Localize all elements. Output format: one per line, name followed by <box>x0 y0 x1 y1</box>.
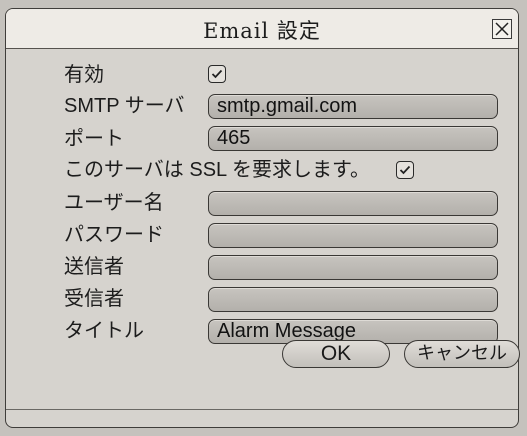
check-icon <box>399 165 411 175</box>
recipient-label: 受信者 <box>64 286 124 310</box>
ok-button[interactable]: OK <box>282 340 390 368</box>
password-field[interactable] <box>208 223 498 248</box>
dialog-titlebar: Email 設定 <box>6 9 518 49</box>
smtp-server-label: SMTP サーバ <box>64 95 185 117</box>
dialog-bottom-divider <box>6 409 518 410</box>
cancel-button[interactable]: キャンセル <box>404 340 520 368</box>
username-label: ユーザー名 <box>64 190 164 214</box>
sender-field[interactable] <box>208 255 498 280</box>
check-icon <box>211 69 223 79</box>
username-field[interactable] <box>208 191 498 216</box>
close-x-icon <box>495 22 509 36</box>
sender-label: 送信者 <box>64 254 124 278</box>
dialog-title: Email 設定 <box>203 19 321 43</box>
title-label: タイトル <box>64 318 144 342</box>
port-label: ポート <box>64 126 124 150</box>
smtp-server-field[interactable]: smtp.gmail.com <box>208 94 498 119</box>
ssl-label: このサーバは SSL を要求します。 <box>64 159 370 181</box>
enabled-label: 有効 <box>64 62 104 86</box>
enabled-checkbox[interactable] <box>208 65 226 83</box>
close-button[interactable] <box>492 19 512 39</box>
port-field[interactable]: 465 <box>208 126 498 151</box>
password-label: パスワード <box>64 222 164 246</box>
ssl-checkbox[interactable] <box>396 161 414 179</box>
recipient-field[interactable] <box>208 287 498 312</box>
